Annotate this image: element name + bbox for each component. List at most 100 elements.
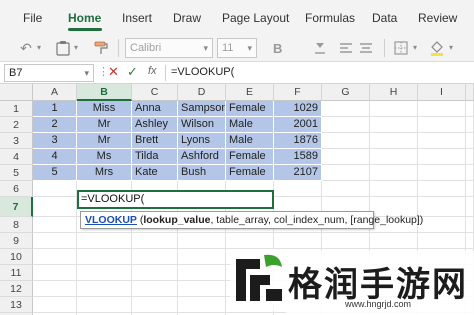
cell-id[interactable]: 4 bbox=[33, 149, 77, 165]
empty-cell[interactable] bbox=[132, 297, 178, 313]
tab-draw[interactable]: Draw bbox=[173, 11, 201, 25]
tab-data[interactable]: Data bbox=[372, 11, 397, 25]
bold-dropdown-icon[interactable] bbox=[290, 37, 306, 59]
empty-cell[interactable] bbox=[33, 265, 77, 281]
cell-title[interactable]: Mr bbox=[77, 117, 132, 133]
empty-cell[interactable] bbox=[322, 181, 370, 197]
column-header[interactable]: F bbox=[274, 84, 322, 101]
empty-cell[interactable] bbox=[274, 233, 322, 249]
row-header[interactable]: 13 bbox=[0, 297, 33, 313]
empty-cell[interactable] bbox=[370, 117, 418, 133]
cell-gender[interactable]: Female bbox=[226, 149, 274, 165]
empty-cell[interactable] bbox=[322, 149, 370, 165]
font-size-select[interactable]: 11 ▾ bbox=[217, 38, 257, 58]
grow-font-icon[interactable] bbox=[310, 37, 330, 59]
row-header[interactable]: 5 bbox=[0, 165, 33, 181]
column-header[interactable]: A bbox=[33, 84, 77, 101]
tab-home[interactable]: Home bbox=[68, 11, 101, 25]
empty-cell[interactable] bbox=[370, 149, 418, 165]
format-painter-icon[interactable] bbox=[92, 37, 110, 59]
paste-dropdown-icon[interactable]: ▾ bbox=[71, 37, 81, 59]
empty-cell[interactable] bbox=[370, 181, 418, 197]
cell-id[interactable]: 5 bbox=[33, 165, 77, 181]
tab-insert[interactable]: Insert bbox=[122, 11, 152, 25]
tab-formulas[interactable]: Formulas bbox=[305, 11, 355, 25]
empty-cell[interactable] bbox=[132, 249, 178, 265]
tab-page-layout[interactable]: Page Layout bbox=[222, 11, 289, 25]
cell-amount[interactable]: 1029 bbox=[274, 101, 322, 117]
cell-gender[interactable]: Female bbox=[226, 165, 274, 181]
empty-cell[interactable] bbox=[418, 101, 466, 117]
column-header[interactable]: C bbox=[132, 84, 178, 101]
row-header[interactable]: 9 bbox=[0, 233, 33, 249]
column-header[interactable] bbox=[466, 84, 474, 101]
empty-cell[interactable] bbox=[33, 181, 77, 197]
column-header-selected[interactable]: B bbox=[77, 84, 132, 101]
fill-color-icon[interactable] bbox=[428, 37, 446, 59]
cell-id[interactable]: 1 bbox=[33, 101, 77, 117]
empty-cell[interactable] bbox=[33, 249, 77, 265]
empty-cell[interactable] bbox=[33, 197, 77, 217]
empty-cell[interactable] bbox=[418, 181, 466, 197]
cancel-icon[interactable]: ✕ bbox=[108, 64, 119, 80]
cell-first-name[interactable]: Brett bbox=[132, 133, 178, 149]
empty-cell[interactable] bbox=[77, 265, 132, 281]
bold-icon[interactable]: B bbox=[268, 37, 288, 59]
empty-cell[interactable] bbox=[33, 217, 77, 233]
empty-cell[interactable] bbox=[274, 181, 322, 197]
empty-cell[interactable] bbox=[418, 165, 466, 181]
empty-cell[interactable] bbox=[466, 165, 474, 181]
row-header[interactable]: 3 bbox=[0, 133, 33, 149]
cell-gender[interactable]: Male bbox=[226, 133, 274, 149]
empty-cell[interactable] bbox=[322, 165, 370, 181]
empty-cell[interactable] bbox=[77, 249, 132, 265]
row-header[interactable]: 2 bbox=[0, 117, 33, 133]
column-header[interactable]: D bbox=[178, 84, 226, 101]
empty-cell[interactable] bbox=[466, 217, 474, 233]
empty-cell[interactable] bbox=[132, 265, 178, 281]
empty-cell[interactable] bbox=[77, 233, 132, 249]
row-header[interactable]: 6 bbox=[0, 181, 33, 197]
column-header[interactable]: E bbox=[226, 84, 274, 101]
empty-cell[interactable] bbox=[322, 101, 370, 117]
empty-cell[interactable] bbox=[466, 181, 474, 197]
empty-cell[interactable] bbox=[418, 197, 466, 217]
cell-title[interactable]: Miss bbox=[77, 101, 132, 117]
name-box[interactable]: B7 ▾ bbox=[4, 64, 94, 82]
empty-cell[interactable] bbox=[466, 133, 474, 149]
empty-cell[interactable] bbox=[178, 297, 226, 313]
empty-cell[interactable] bbox=[466, 149, 474, 165]
cell-first-name[interactable]: Anna bbox=[132, 101, 178, 117]
empty-cell[interactable] bbox=[33, 281, 77, 297]
empty-cell[interactable] bbox=[418, 117, 466, 133]
row-header[interactable]: 12 bbox=[0, 281, 33, 297]
empty-cell[interactable] bbox=[418, 233, 466, 249]
tab-file[interactable]: File bbox=[23, 11, 42, 25]
empty-cell[interactable] bbox=[178, 281, 226, 297]
cell-last-name[interactable]: Bush bbox=[178, 165, 226, 181]
row-header-selected[interactable]: 7 bbox=[0, 197, 33, 217]
empty-cell[interactable] bbox=[322, 133, 370, 149]
column-header[interactable]: I bbox=[418, 84, 466, 101]
column-header[interactable]: H bbox=[370, 84, 418, 101]
cell-id[interactable]: 2 bbox=[33, 117, 77, 133]
cell-amount[interactable]: 1589 bbox=[274, 149, 322, 165]
select-all-button[interactable] bbox=[0, 84, 33, 101]
borders-dropdown-icon[interactable]: ▾ bbox=[410, 37, 420, 59]
cell-last-name[interactable]: Sampson bbox=[178, 101, 226, 117]
borders-icon[interactable] bbox=[392, 37, 410, 59]
empty-cell[interactable] bbox=[322, 233, 370, 249]
empty-cell[interactable] bbox=[466, 101, 474, 117]
empty-cell[interactable] bbox=[178, 249, 226, 265]
row-header[interactable]: 11 bbox=[0, 265, 33, 281]
cell-id[interactable]: 3 bbox=[33, 133, 77, 149]
empty-cell[interactable] bbox=[178, 265, 226, 281]
row-header[interactable]: 10 bbox=[0, 249, 33, 265]
cell-first-name[interactable]: Kate bbox=[132, 165, 178, 181]
empty-cell[interactable] bbox=[466, 197, 474, 217]
empty-cell[interactable] bbox=[132, 233, 178, 249]
empty-cell[interactable] bbox=[466, 233, 474, 249]
empty-cell[interactable] bbox=[33, 233, 77, 249]
active-cell-b7[interactable]: =VLOOKUP( bbox=[77, 190, 274, 209]
align-center-icon[interactable] bbox=[356, 37, 376, 59]
